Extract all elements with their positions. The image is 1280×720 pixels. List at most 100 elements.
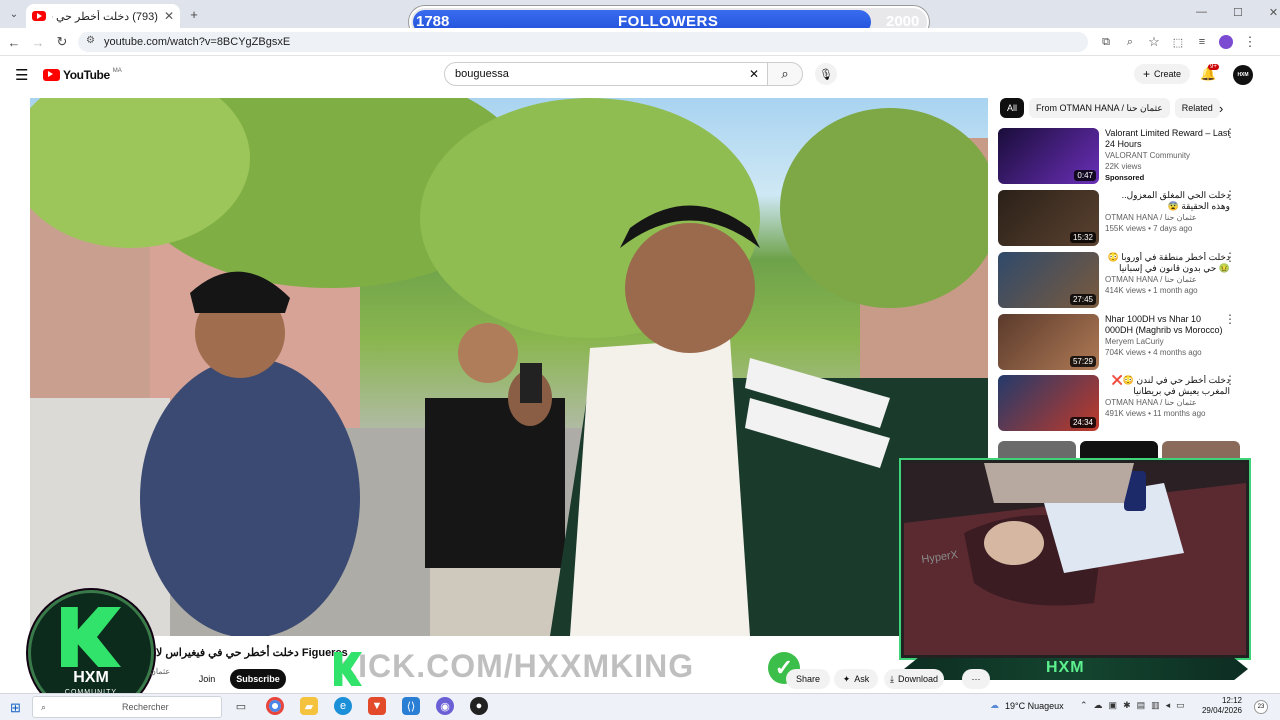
- volume-icon[interactable]: ◂: [1166, 700, 1171, 711]
- region-code: MA: [112, 68, 122, 74]
- chips-next-chevron-icon[interactable]: ›: [1219, 101, 1223, 116]
- rec-title[interactable]: دخلت أخطر منطقة في أوروبا 😳🤢 حي بدون قان…: [1105, 252, 1230, 274]
- rec-title[interactable]: دخلت أخطر حي في لندن 😳❌ المغرب يعيش في ب…: [1105, 375, 1230, 397]
- rec-channel[interactable]: Meryem LaCuriy: [1105, 336, 1230, 347]
- rec-channel[interactable]: VALORANT Community: [1105, 150, 1230, 161]
- search-input[interactable]: bouguessa ✕: [444, 62, 768, 86]
- discord-taskbar-icon[interactable]: ◉: [436, 697, 454, 715]
- chip-all[interactable]: All: [1000, 98, 1025, 118]
- reload-icon[interactable]: ↻: [52, 32, 72, 52]
- windows-start-icon[interactable]: ⊞: [10, 700, 21, 716]
- url-field[interactable]: ⚙ youtube.com/watch?v=8BCYgZBgsxE: [78, 32, 1088, 52]
- vscode-taskbar-icon[interactable]: ⟨⟩: [402, 697, 420, 715]
- more-options-icon[interactable]: ⋮: [1224, 313, 1236, 325]
- rec-channel[interactable]: OTMAN HANA / عثمان حنا: [1105, 397, 1230, 408]
- hamburger-menu-icon[interactable]: ☰: [15, 66, 28, 84]
- tray-app-icon[interactable]: ▣: [1109, 700, 1118, 711]
- video-thumbnail[interactable]: [1162, 441, 1240, 461]
- profile-avatar[interactable]: [1216, 32, 1236, 52]
- ask-button[interactable]: ✦ Ask: [834, 669, 878, 689]
- video-player[interactable]: [30, 98, 988, 636]
- voice-search-icon[interactable]: 🎙: [815, 63, 837, 85]
- reading-list-icon[interactable]: ≡: [1192, 32, 1212, 52]
- task-view-icon[interactable]: ▭: [232, 697, 250, 715]
- cloud-sync-icon[interactable]: ☁: [1094, 700, 1103, 711]
- install-app-icon[interactable]: ⧉: [1096, 32, 1116, 52]
- brave-taskbar-icon[interactable]: ▼: [368, 697, 386, 715]
- clock[interactable]: 12:12 29/04/2026: [1200, 696, 1242, 716]
- search-button[interactable]: ⌕: [767, 62, 803, 86]
- duration-badge: 24:34: [1069, 417, 1096, 428]
- taskbar-search-input[interactable]: ⌕ Rechercher: [32, 696, 222, 718]
- network-icon[interactable]: ▥: [1151, 700, 1160, 711]
- rec-title[interactable]: دخلت الحي المغلق المعزول.. وهذه الحقيقة …: [1105, 190, 1230, 212]
- rec-title[interactable]: Nhar 100DH vs Nhar 10 000DH (Maghrib vs …: [1105, 314, 1230, 336]
- more-options-icon[interactable]: ⋮: [1224, 251, 1236, 263]
- video-thumbnail[interactable]: [998, 441, 1076, 461]
- zoom-icon[interactable]: ⌕: [1120, 32, 1140, 52]
- related-filter-chips: All From OTMAN HANA / عثمان حنا Related: [1000, 98, 1220, 118]
- list-item[interactable]: 24:34 دخلت أخطر حي في لندن 😳❌ المغرب يعي…: [998, 374, 1248, 433]
- chip-from-channel[interactable]: From OTMAN HANA / عثمان حنا: [1029, 98, 1170, 118]
- battery-icon[interactable]: ▭: [1176, 700, 1185, 711]
- maximize-icon[interactable]: ☐: [1233, 6, 1243, 19]
- tab-list-chevron-icon[interactable]: ⌄: [4, 4, 24, 24]
- account-avatar[interactable]: HXM: [1233, 65, 1253, 85]
- chip-related[interactable]: Related: [1174, 98, 1220, 118]
- close-tab-icon[interactable]: ✕: [164, 9, 174, 23]
- kick-k-icon: [61, 607, 121, 667]
- close-window-icon[interactable]: ✕: [1269, 6, 1278, 19]
- search-icon: ⌕: [41, 701, 47, 712]
- forward-icon[interactable]: →: [28, 32, 48, 52]
- subscribe-button[interactable]: Subscribe: [230, 669, 286, 689]
- rec-meta: 414K views • 1 month ago: [1105, 286, 1198, 295]
- clock-date: 29/04/2026: [1201, 706, 1242, 715]
- minimize-icon[interactable]: —: [1196, 6, 1207, 19]
- rec-channel[interactable]: OTMAN HANA / عثمان حنا: [1105, 274, 1230, 285]
- ask-label: Ask: [854, 674, 870, 684]
- chrome-taskbar-icon[interactable]: [266, 697, 284, 715]
- tray-chevron-icon[interactable]: ⌃: [1080, 700, 1088, 711]
- bookmark-star-icon[interactable]: ☆: [1144, 32, 1164, 52]
- browser-menu-icon[interactable]: ⋮: [1240, 32, 1260, 52]
- more-options-icon[interactable]: ⋮: [1224, 189, 1236, 201]
- more-options-icon[interactable]: ⋮: [1224, 127, 1236, 139]
- video-thumbnail[interactable]: 57:29: [998, 314, 1099, 370]
- list-item[interactable]: 57:29 Nhar 100DH vs Nhar 10 000DH (Maghr…: [998, 313, 1248, 372]
- obs-taskbar-icon[interactable]: ●: [470, 697, 488, 715]
- video-thumbnail[interactable]: [1080, 441, 1158, 461]
- video-thumbnail[interactable]: 0:47: [998, 128, 1099, 184]
- join-button[interactable]: Join: [188, 669, 226, 689]
- youtube-logo[interactable]: YouTube MA: [43, 68, 122, 82]
- site-info-icon[interactable]: ⚙: [86, 35, 95, 46]
- clear-search-icon[interactable]: ✕: [749, 67, 759, 81]
- video-thumbnail[interactable]: 15:32: [998, 190, 1099, 246]
- channel-name[interactable]: عثمان: [150, 667, 176, 676]
- more-options-icon[interactable]: ⋮: [1224, 374, 1236, 386]
- extensions-icon[interactable]: ⬚: [1168, 32, 1188, 52]
- display-icon[interactable]: ▤: [1137, 700, 1146, 711]
- bluetooth-icon[interactable]: ✱: [1123, 700, 1131, 711]
- new-tab-button[interactable]: +: [184, 4, 204, 24]
- weather-text: 19°C Nuageux: [1005, 700, 1064, 711]
- browser-tab[interactable]: (793) دخلت أخطر حي في لند... ✕: [26, 4, 180, 28]
- rec-channel[interactable]: OTMAN HANA / عثمان حنا: [1105, 212, 1230, 223]
- list-item[interactable]: 15:32 دخلت الحي المغلق المعزول.. وهذه ال…: [998, 189, 1248, 248]
- create-button[interactable]: + Create: [1134, 64, 1190, 84]
- duration-badge: 0:47: [1074, 170, 1096, 181]
- notification-center-badge[interactable]: 23: [1254, 700, 1268, 714]
- file-explorer-icon[interactable]: ▰: [300, 697, 318, 715]
- video-thumbnail[interactable]: 24:34: [998, 375, 1099, 431]
- back-icon[interactable]: ←: [4, 32, 24, 52]
- download-button[interactable]: ⤓ Download: [884, 669, 944, 689]
- rec-title[interactable]: Valorant Limited Reward – Last 24 Hours: [1105, 128, 1230, 150]
- search-query: bouguessa: [455, 68, 509, 80]
- weather-widget[interactable]: ☁ 19°C Nuageux: [990, 700, 1064, 711]
- more-actions-icon[interactable]: ⋯: [962, 669, 990, 689]
- edge-taskbar-icon[interactable]: e: [334, 697, 352, 715]
- share-button[interactable]: Share: [786, 669, 830, 689]
- list-item[interactable]: 27:45 دخلت أخطر منطقة في أوروبا 😳🤢 حي بد…: [998, 251, 1248, 310]
- kick-url-overlay: KICK.COM/HXXMKING: [334, 648, 695, 684]
- video-thumbnail[interactable]: 27:45: [998, 252, 1099, 308]
- list-item[interactable]: 0:47 Valorant Limited Reward – Last 24 H…: [998, 127, 1248, 186]
